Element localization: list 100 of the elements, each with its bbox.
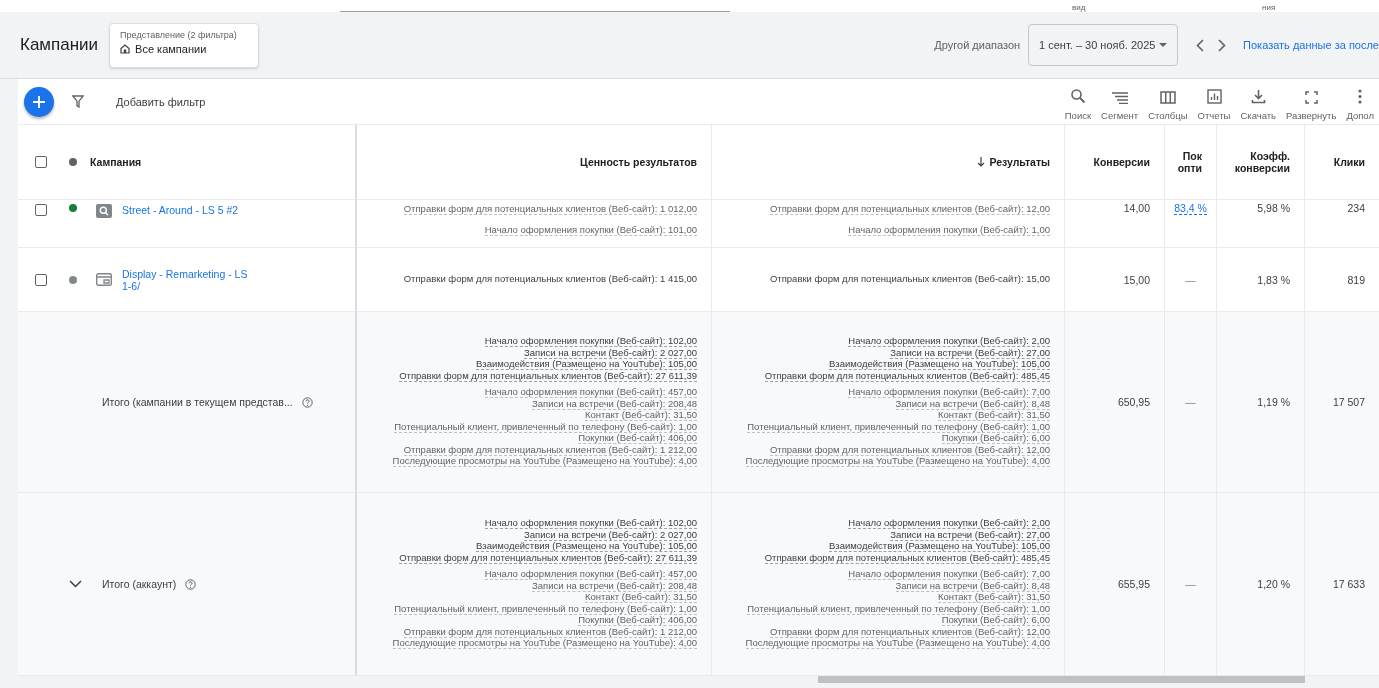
download-icon xyxy=(1250,88,1266,104)
conversion-metric[interactable]: Последующие просмотры на YouTube (Размещено на YouTube): 4,00 xyxy=(745,638,1050,650)
clicks-value: 819 xyxy=(1347,273,1365,286)
conversion-metric[interactable]: Потенциальный клиент, привлеченный по телефону (Веб-сайт): 1,00 xyxy=(394,421,697,433)
search-icon xyxy=(1069,87,1086,104)
conversion-metric[interactable]: Покупки (Веб-сайт): 406,00 xyxy=(578,433,697,445)
conversion-metric[interactable]: Контакт (Веб-сайт): 31,50 xyxy=(584,410,697,422)
conversion-metric[interactable]: Начало оформления покупки (Веб-сайт): 2,00 xyxy=(848,518,1050,530)
conversion-metric[interactable]: Взаимодействия (Размещено на YouTube): 105,00 xyxy=(476,359,697,371)
segment-tool-button[interactable]: Сегмент xyxy=(1096,82,1144,121)
conversion-metric[interactable]: Последующие просмотры на YouTube (Размещено на YouTube): 4,00 xyxy=(392,456,697,468)
columns-tool-button[interactable]: Столбцы xyxy=(1143,82,1193,121)
conversion-metric[interactable]: Начало оформления покупки (Веб-сайт): 457,00 xyxy=(484,387,697,399)
conversion-metric[interactable]: Отправки форм для потенциальных клиентов (Веб-сайт): 27 611,39 xyxy=(399,552,697,564)
conversion-metric[interactable]: Записи на встречи (Веб-сайт): 27,00 xyxy=(890,529,1050,541)
conversion-metric[interactable]: Записи на встречи (Веб-сайт): 27,00 xyxy=(890,347,1050,359)
conversion-metric[interactable]: Записи на встречи (Веб-сайт): 208,48 xyxy=(532,398,697,410)
filter-icon[interactable] xyxy=(72,95,84,108)
conversion-metric[interactable]: Начало оформления покупки (Веб-сайт): 7,00 xyxy=(848,569,1050,581)
conversion-metric[interactable]: Контакт (Веб-сайт): 31,50 xyxy=(937,592,1050,604)
conversions-value: 14,00 xyxy=(1123,202,1150,214)
conversion-rate-total: 1,19 % xyxy=(1257,396,1290,408)
conversion-metric[interactable]: Записи на встречи (Веб-сайт): 208,48 xyxy=(532,580,697,592)
column-header[interactable]: Пок опти xyxy=(1165,150,1202,174)
conversion-metric[interactable]: Отправки форм для потенциальных клиентов (Веб-сайт): 1 212,00 xyxy=(403,626,697,638)
clicks-total: 17 633 xyxy=(1332,578,1365,590)
conversion-metric[interactable]: Начало оформления покупки (Веб-сайт): 457,00 xyxy=(484,569,697,581)
conversion-metric[interactable]: Отправки форм для потенциальных клиентов (Веб-сайт): 1 212,00 xyxy=(403,444,697,456)
optimization-score: — xyxy=(1185,273,1196,286)
conversion-metric[interactable]: Потенциальный клиент, привлеченный по телефону (Веб-сайт): 1,00 xyxy=(747,603,1050,615)
search-tool-button[interactable]: Поиск xyxy=(1059,82,1097,121)
column-header[interactable]: Результаты xyxy=(977,156,1050,168)
conversion-metric[interactable]: Взаимодействия (Размещено на YouTube): 105,00 xyxy=(829,541,1050,553)
conversion-metric[interactable]: Покупки (Веб-сайт): 406,00 xyxy=(578,615,697,627)
conversion-metric[interactable]: Покупки (Веб-сайт): 6,00 xyxy=(941,615,1050,627)
home-icon xyxy=(120,43,131,54)
view-selector[interactable]: Представление (2 фильтра) Все кампании xyxy=(109,22,260,68)
expand-tool-button[interactable]: Развернуть xyxy=(1281,82,1342,121)
totals-label: Итого (аккаунт) xyxy=(102,578,177,590)
column-header[interactable]: Кампания xyxy=(90,156,142,168)
conversion-metric[interactable]: Потенциальный клиент, привлеченный по телефону (Веб-сайт): 1,00 xyxy=(394,603,697,615)
conversion-metric[interactable]: Начало оформления покупки (Веб-сайт): 102,00 xyxy=(484,336,697,348)
conversion-metric[interactable]: Отправки форм для потенциальных клиентов (Веб-сайт): 12,00 xyxy=(769,204,1050,215)
conversion-metric[interactable]: Начало оформления покупки (Веб-сайт): 2,00 xyxy=(848,336,1050,348)
add-button[interactable] xyxy=(24,86,54,117)
row-checkbox[interactable] xyxy=(35,273,47,286)
display-campaign-icon xyxy=(96,273,112,286)
conversion-metric[interactable]: Записи на встречи (Веб-сайт): 2 027,00 xyxy=(524,529,697,541)
download-tool-button[interactable]: Скачать xyxy=(1235,82,1282,121)
select-all-checkbox[interactable] xyxy=(35,156,47,168)
date-range-picker[interactable]: 1 сент. – 30 нояб. 2025 xyxy=(1028,24,1179,66)
conversion-metric[interactable]: Потенциальный клиент, привлеченный по телефону (Веб-сайт): 1,00 xyxy=(747,421,1050,433)
conversion-metric[interactable]: Начало оформления покупки (Веб-сайт): 1,00 xyxy=(848,224,1050,236)
conversion-rate-total: 1,20 % xyxy=(1257,578,1290,590)
campaign-link[interactable]: Street - Around - LS 5 #2 xyxy=(122,204,252,216)
conversion-metric[interactable]: Записи на встречи (Веб-сайт): 2 027,00 xyxy=(524,347,697,359)
conversion-metric[interactable]: Отправки форм для потенциальных клиентов (Веб-сайт): 27 611,39 xyxy=(399,370,697,382)
conversion-metric[interactable]: Отправки форм для потенциальных клиентов (Веб-сайт): 12,00 xyxy=(769,626,1050,638)
conversion-metric[interactable]: Начало оформления покупки (Веб-сайт): 102,00 xyxy=(484,518,697,530)
conversion-metric[interactable]: Отправки форм для потенциальных клиентов (Веб-сайт): 1 012,00 xyxy=(403,204,697,215)
conversion-metric[interactable]: Взаимодействия (Размещено на YouTube): 105,00 xyxy=(476,541,697,553)
clicks-total: 17 507 xyxy=(1332,396,1365,408)
conversion-metric[interactable]: Контакт (Веб-сайт): 31,50 xyxy=(937,410,1050,422)
conversion-metric[interactable]: Отправки форм для потенциальных клиентов (Веб-сайт): 485,45 xyxy=(764,370,1050,382)
add-filter-button[interactable]: Добавить фильтр xyxy=(116,95,206,108)
conversion-rate-value: 5,98 % xyxy=(1257,202,1290,214)
conversion-metric[interactable]: Контакт (Веб-сайт): 31,50 xyxy=(584,592,697,604)
lines-icon xyxy=(1111,91,1128,104)
help-icon[interactable] xyxy=(185,578,197,590)
conversion-metric[interactable]: Отправки форм для потенциальных клиентов (Веб-сайт): 485,45 xyxy=(764,552,1050,564)
column-header[interactable]: Коэфф. конверсии xyxy=(1217,150,1290,174)
row-checkbox[interactable] xyxy=(35,204,47,216)
optimization-score[interactable]: 83,4 % xyxy=(1174,202,1207,215)
conversions-total: 655,95 xyxy=(1117,578,1150,590)
horizontal-scrollbar[interactable] xyxy=(818,676,1305,683)
conversion-metric: Отправки форм для потенциальных клиентов (Веб-сайт): 1 415,00 xyxy=(403,274,697,285)
conversion-metric[interactable]: Записи на встречи (Веб-сайт): 8,48 xyxy=(895,398,1050,410)
column-label-fragment: вид xyxy=(1072,3,1086,12)
conversion-metric[interactable]: Последующие просмотры на YouTube (Размещено на YouTube): 4,00 xyxy=(745,456,1050,468)
conversion-metric[interactable]: Последующие просмотры на YouTube (Размещено на YouTube): 4,00 xyxy=(392,638,697,650)
conversions-value: 15,00 xyxy=(1123,273,1150,286)
more-tool-button[interactable]: Допол xyxy=(1341,82,1379,121)
conversion-metric[interactable]: Покупки (Веб-сайт): 6,00 xyxy=(941,433,1050,445)
conversion-metric[interactable]: Записи на встречи (Веб-сайт): 8,48 xyxy=(895,580,1050,592)
conversion-metric[interactable]: Начало оформления покупки (Веб-сайт): 7,00 xyxy=(848,387,1050,399)
conversion-metric[interactable]: Взаимодействия (Размещено на YouTube): 105,00 xyxy=(829,359,1050,371)
conversion-rate-value: 1,83 % xyxy=(1257,273,1290,286)
page-title: Кампании xyxy=(20,35,99,55)
conversion-metric[interactable]: Начало оформления покупки (Веб-сайт): 101,00 xyxy=(484,224,697,236)
conversion-metric[interactable]: Отправки форм для потенциальных клиентов (Веб-сайт): 12,00 xyxy=(769,444,1050,456)
column-header[interactable]: Ценность результатов xyxy=(580,156,697,168)
previous-icon[interactable] xyxy=(1196,38,1205,52)
next-icon[interactable] xyxy=(1218,38,1227,52)
chevron-down-icon[interactable] xyxy=(69,580,82,588)
campaign-link[interactable]: Display - Remarketing - LS 1-6/ xyxy=(122,267,252,292)
column-header[interactable]: Конверсии xyxy=(1093,156,1150,168)
help-icon[interactable] xyxy=(301,396,313,408)
reports-tool-button[interactable]: Отчеты xyxy=(1192,82,1236,121)
show-data-link[interactable]: Показать данные за после xyxy=(1243,39,1379,51)
column-header[interactable]: Клики xyxy=(1333,156,1365,168)
